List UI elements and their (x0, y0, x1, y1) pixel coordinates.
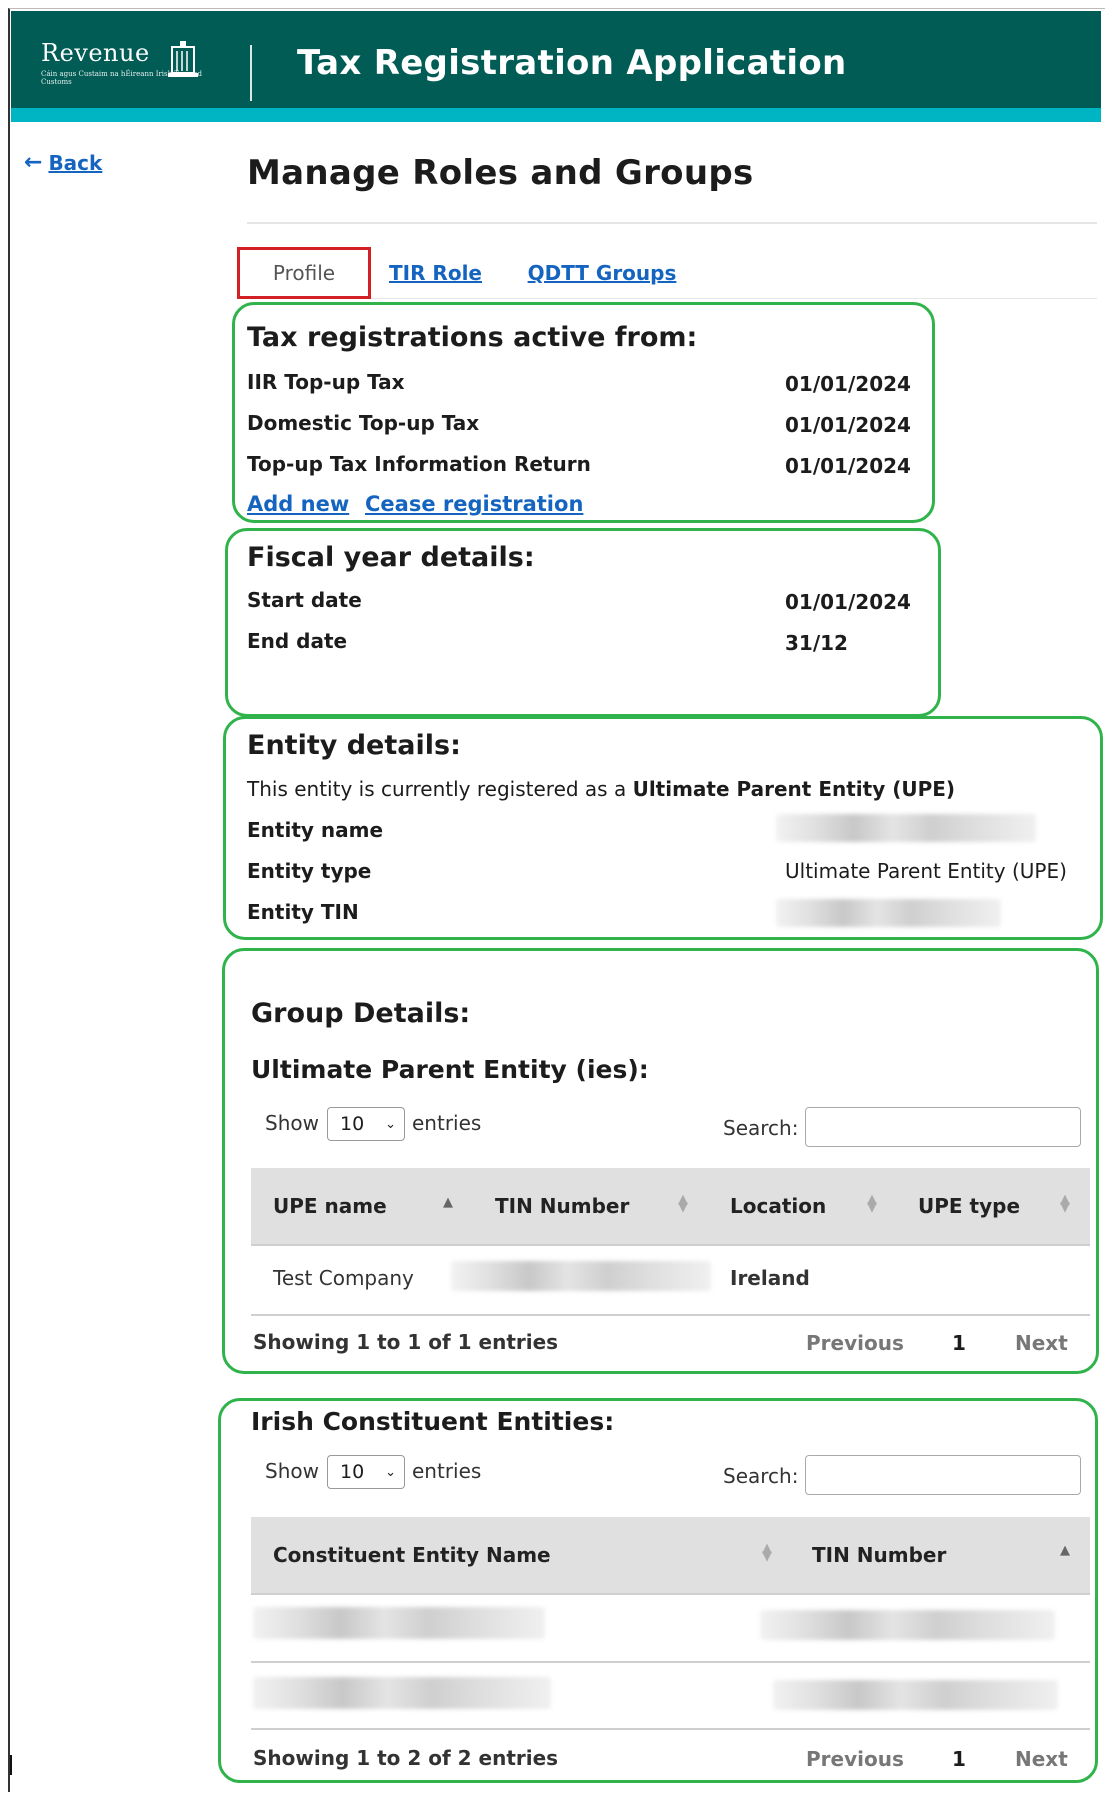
tax-row-label: Domestic Top-up Tax (247, 411, 480, 435)
text-cursor (10, 1755, 12, 1775)
previous-button[interactable]: Previous (806, 1747, 904, 1771)
app-header: Revenue Cáin agus Custaim na hÉireann Ir… (11, 11, 1101, 108)
page-title: Manage Roles and Groups (247, 153, 754, 193)
fiscal-row-value: 31/12 (785, 631, 848, 655)
harp-icon (168, 41, 198, 77)
upe-name-cell: Test Company (273, 1266, 414, 1290)
entity-row-label: Entity name (247, 818, 384, 842)
search-input[interactable] (805, 1107, 1081, 1147)
next-button[interactable]: Next (1015, 1747, 1068, 1771)
registered-as: Ultimate Parent Entity (UPE) (632, 777, 956, 801)
table-rule (251, 1314, 1090, 1316)
upe-table-info: Showing 1 to 1 of 1 entries (253, 1330, 559, 1354)
tab-qdtt-groups[interactable]: QDTT Groups (527, 247, 677, 299)
entity-type-value: Ultimate Parent Entity (UPE) (785, 859, 1067, 883)
back-label: Back (48, 150, 103, 175)
search-label: Search: (723, 1116, 799, 1140)
column-header-tin-number[interactable]: TIN Number (812, 1543, 946, 1567)
entity-tin-redacted (760, 1610, 1055, 1640)
entity-name-redacted (253, 1607, 545, 1639)
previous-button[interactable]: Previous (806, 1331, 904, 1355)
page-1-button[interactable]: 1 (952, 1331, 966, 1355)
page-size-value: 10 (340, 1113, 365, 1135)
table-rule (251, 1244, 1090, 1246)
back-link[interactable]: ← Back (24, 150, 102, 175)
search-input[interactable] (805, 1455, 1081, 1495)
sort-asc-icon[interactable]: ▲ (1060, 1544, 1070, 1557)
add-new-link[interactable]: Add new (247, 492, 349, 516)
sort-icon[interactable]: ▲ ▼ (678, 1193, 688, 1214)
irish-table-info: Showing 1 to 2 of 2 entries (253, 1746, 559, 1770)
entries-label: entries (412, 1459, 482, 1483)
fiscal-row-label: Start date (247, 588, 362, 612)
chevron-down-icon: ⌄ (385, 1464, 396, 1480)
tax-row-label: IIR Top-up Tax (247, 370, 405, 394)
arrow-left-icon: ← (24, 150, 43, 175)
column-header-tin-number[interactable]: TIN Number (495, 1194, 629, 1218)
tax-row-value: 01/01/2024 (785, 413, 911, 437)
column-header-location[interactable]: Location (730, 1194, 826, 1218)
app-title: Tax Registration Application (297, 43, 847, 83)
chevron-down-icon: ⌄ (385, 1116, 396, 1132)
page-size-select[interactable]: 10 ⌄ (327, 1107, 405, 1141)
table-rule (251, 1661, 1090, 1663)
tax-row-label: Top-up Tax Information Return (247, 452, 591, 476)
fiscal-year-title: Fiscal year details: (247, 542, 535, 573)
upe-location-cell: Ireland (730, 1266, 810, 1290)
registered-prefix: This entity is currently registered as a (247, 777, 627, 801)
sort-icon[interactable]: ▲ ▼ (1060, 1193, 1070, 1214)
entity-registered-text: This entity is currently registered as a… (247, 777, 955, 801)
tabs-divider (371, 298, 1097, 299)
entity-name-redacted (253, 1677, 551, 1709)
sort-icon[interactable]: ▲ ▼ (867, 1193, 877, 1214)
tax-row-value: 01/01/2024 (785, 372, 911, 396)
upe-subtitle: Ultimate Parent Entity (ies): (251, 1055, 649, 1084)
entries-label: entries (412, 1111, 482, 1135)
search-label: Search: (723, 1464, 799, 1488)
column-header-upe-name[interactable]: UPE name (273, 1194, 387, 1218)
title-divider (247, 222, 1097, 224)
tab-profile[interactable]: Profile (237, 247, 371, 299)
entity-tin-redacted (776, 899, 1001, 927)
page-size-value: 10 (340, 1461, 365, 1483)
upe-tin-redacted (451, 1261, 711, 1291)
entity-row-label: Entity type (247, 859, 372, 883)
tab-tir-role[interactable]: TIR Role (388, 247, 483, 299)
show-label: Show (265, 1111, 319, 1135)
table-rule (251, 1728, 1090, 1730)
sort-asc-icon[interactable]: ▲ (443, 1196, 453, 1209)
table-rule (251, 1593, 1090, 1595)
cease-registration-link[interactable]: Cease registration (365, 492, 583, 516)
column-header-upe-type[interactable]: UPE type (918, 1194, 1020, 1218)
header-accent-band (11, 108, 1101, 122)
tax-registrations-title: Tax registrations active from: (247, 322, 698, 353)
irish-entities-title: Irish Constituent Entities: (251, 1407, 615, 1436)
fiscal-row-value: 01/01/2024 (785, 590, 911, 614)
sort-icon[interactable]: ▲ ▼ (762, 1542, 772, 1563)
page-1-button[interactable]: 1 (952, 1747, 966, 1771)
group-details-title: Group Details: (251, 998, 471, 1029)
next-button[interactable]: Next (1015, 1331, 1068, 1355)
entity-tin-redacted (773, 1680, 1058, 1710)
page-size-select[interactable]: 10 ⌄ (327, 1455, 405, 1489)
entity-name-redacted (776, 814, 1036, 842)
fiscal-row-label: End date (247, 629, 348, 653)
header-divider (250, 45, 252, 101)
column-header-entity-name[interactable]: Constituent Entity Name (273, 1543, 551, 1567)
tax-row-value: 01/01/2024 (785, 454, 911, 478)
entity-row-label: Entity TIN (247, 900, 359, 924)
entity-details-title: Entity details: (247, 730, 461, 761)
show-label: Show (265, 1459, 319, 1483)
